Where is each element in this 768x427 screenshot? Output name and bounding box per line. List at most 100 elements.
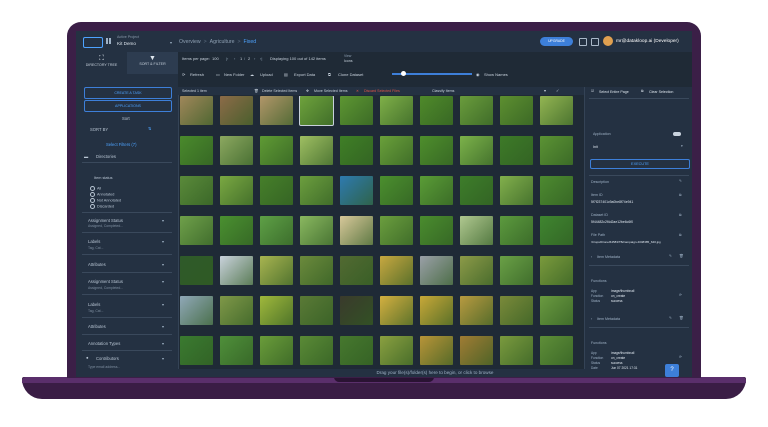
contributors-input[interactable]: Type email address... bbox=[88, 365, 120, 369]
clone-button[interactable]: Clone Dataset bbox=[338, 72, 363, 77]
thumbnail-item[interactable] bbox=[220, 216, 253, 245]
thumbnail-item[interactable] bbox=[299, 96, 334, 126]
select-entire-page[interactable]: Select Entire Page bbox=[599, 90, 629, 94]
thumbnail-item[interactable] bbox=[220, 136, 253, 165]
thumbnail-item[interactable] bbox=[300, 336, 333, 365]
thumbnail-item[interactable] bbox=[460, 216, 493, 245]
thumbnail-item[interactable] bbox=[380, 256, 413, 285]
sort-order-icon[interactable]: ⇅ bbox=[148, 126, 152, 131]
thumbnail-item[interactable] bbox=[260, 96, 293, 125]
thumbnail-item[interactable] bbox=[260, 216, 293, 245]
filter-contributors[interactable]: Contributors bbox=[96, 356, 119, 361]
thumbnail-item[interactable] bbox=[460, 296, 493, 325]
avatar[interactable] bbox=[603, 36, 613, 46]
thumbnail-item[interactable] bbox=[500, 336, 533, 365]
copy-icon[interactable]: ⧉ bbox=[679, 213, 682, 217]
status-option-annotated[interactable]: Annotated bbox=[90, 192, 114, 197]
thumbnail-item[interactable] bbox=[260, 136, 293, 165]
chevron-down-icon[interactable]: ▾ bbox=[162, 324, 164, 329]
thumbnail-item[interactable] bbox=[420, 336, 453, 365]
chevron-down-icon[interactable]: ▾ bbox=[162, 341, 164, 346]
edit-icon[interactable]: ✎ bbox=[669, 316, 672, 320]
move-selected-button[interactable]: Move Selected Items bbox=[314, 89, 348, 93]
thumbnail-item[interactable] bbox=[340, 296, 373, 325]
notifications-icon[interactable] bbox=[579, 38, 587, 46]
application-toggle[interactable] bbox=[673, 132, 681, 136]
item-metadata-toggle[interactable]: Item Metadata bbox=[597, 255, 620, 259]
thumbnail-item[interactable] bbox=[220, 296, 253, 325]
trash-icon[interactable]: 🗑 bbox=[679, 254, 684, 258]
breadcrumb-overview[interactable]: Overview bbox=[179, 39, 201, 45]
thumbnail-item[interactable] bbox=[300, 256, 333, 285]
thumbnail-item[interactable] bbox=[180, 216, 213, 245]
chevron-down-icon[interactable]: ▾ bbox=[162, 302, 164, 307]
chevron-down-icon[interactable]: ▾ bbox=[681, 144, 683, 148]
thumbnail-item[interactable] bbox=[540, 216, 573, 245]
thumbnail-item[interactable] bbox=[180, 136, 213, 165]
thumbnail-item[interactable] bbox=[180, 336, 213, 365]
sort-by-dropdown[interactable]: SORT BY bbox=[90, 127, 108, 132]
rerun-icon[interactable]: ⟳ bbox=[679, 355, 682, 359]
view-select[interactable]: Icons bbox=[344, 59, 353, 63]
last-page-icon[interactable]: ›| bbox=[260, 56, 262, 61]
thumbnail-item[interactable] bbox=[500, 96, 533, 125]
thumbnail-item[interactable] bbox=[220, 176, 253, 205]
thumbnail-item[interactable] bbox=[420, 136, 453, 165]
discard-icon[interactable]: ✕ bbox=[356, 89, 359, 93]
clone-icon[interactable]: ⧉ bbox=[328, 72, 331, 77]
chevron-down-icon[interactable]: ▾ bbox=[170, 40, 172, 45]
thumbnail-item[interactable] bbox=[540, 176, 573, 205]
chevron-right-icon[interactable]: › bbox=[591, 317, 592, 321]
copy-icon[interactable]: ⧉ bbox=[679, 233, 682, 237]
thumbnail-item[interactable] bbox=[500, 176, 533, 205]
help-button[interactable]: ? bbox=[665, 364, 679, 377]
export-icon[interactable]: ▤ bbox=[284, 72, 288, 77]
application-select[interactable]: Init bbox=[593, 145, 598, 149]
project-selector[interactable]: Kit Demo bbox=[117, 41, 136, 46]
zoom-slider-handle[interactable] bbox=[401, 71, 406, 76]
thumbnail-item[interactable] bbox=[380, 176, 413, 205]
refresh-button[interactable]: Refresh bbox=[190, 72, 204, 77]
status-option-all[interactable]: All bbox=[90, 186, 101, 191]
directories-label[interactable]: Directories bbox=[96, 154, 116, 159]
upload-button[interactable]: Upload bbox=[260, 72, 273, 77]
thumbnail-item[interactable] bbox=[220, 336, 253, 365]
prev-page-icon[interactable]: ‹ bbox=[234, 56, 235, 61]
status-option-discarded[interactable]: Discarded bbox=[90, 204, 114, 209]
apps-grid-icon[interactable] bbox=[106, 38, 112, 44]
thumbnail-item[interactable] bbox=[260, 296, 293, 325]
thumbnail-item[interactable] bbox=[220, 96, 253, 125]
thumbnail-item[interactable] bbox=[420, 96, 453, 125]
folder-plus-icon[interactable]: ▭ bbox=[216, 72, 220, 77]
thumbnail-item[interactable] bbox=[540, 336, 573, 365]
thumbnail-item[interactable] bbox=[340, 96, 373, 125]
thumbnail-item[interactable] bbox=[180, 256, 213, 285]
status-option-not-annotated[interactable]: Not Annotated bbox=[90, 198, 121, 203]
chevron-down-icon[interactable]: ▾ bbox=[544, 88, 546, 93]
clear-selection[interactable]: Clear Selection bbox=[649, 90, 673, 94]
trash-icon[interactable]: 🗑 bbox=[254, 89, 259, 93]
page-current[interactable]: 1 bbox=[240, 56, 242, 61]
thumbnail-item[interactable] bbox=[500, 136, 533, 165]
edit-icon[interactable]: ✎ bbox=[669, 254, 672, 258]
item-metadata-toggle[interactable]: Item Metadata bbox=[597, 317, 620, 321]
thumbnail-item[interactable] bbox=[300, 136, 333, 165]
chevron-down-icon[interactable]: ▾ bbox=[162, 239, 164, 244]
delete-selected-button[interactable]: Delete Selected Items bbox=[262, 89, 297, 93]
thumbnail-item[interactable] bbox=[340, 176, 373, 205]
thumbnail-item[interactable] bbox=[540, 96, 573, 125]
thumbnail-item[interactable] bbox=[380, 336, 413, 365]
user-name[interactable]: mr@datakloop.ai (Developer) bbox=[616, 39, 679, 44]
filter-attributes[interactable]: Attributes bbox=[88, 262, 106, 267]
thumbnail-item[interactable] bbox=[540, 256, 573, 285]
applications-button[interactable]: APPLICATIONS bbox=[84, 100, 172, 112]
first-page-icon[interactable]: |‹ bbox=[226, 56, 228, 61]
move-icon[interactable]: ✥ bbox=[306, 89, 309, 93]
upload-icon[interactable]: ☁ bbox=[250, 72, 254, 77]
thumbnail-item[interactable] bbox=[260, 256, 293, 285]
filter-assignment-status[interactable]: Assignment Status bbox=[88, 279, 123, 284]
check-icon[interactable]: ✓ bbox=[556, 88, 559, 93]
thumbnail-item[interactable] bbox=[380, 296, 413, 325]
thumbnail-item[interactable] bbox=[500, 256, 533, 285]
thumbnail-item[interactable] bbox=[460, 96, 493, 125]
